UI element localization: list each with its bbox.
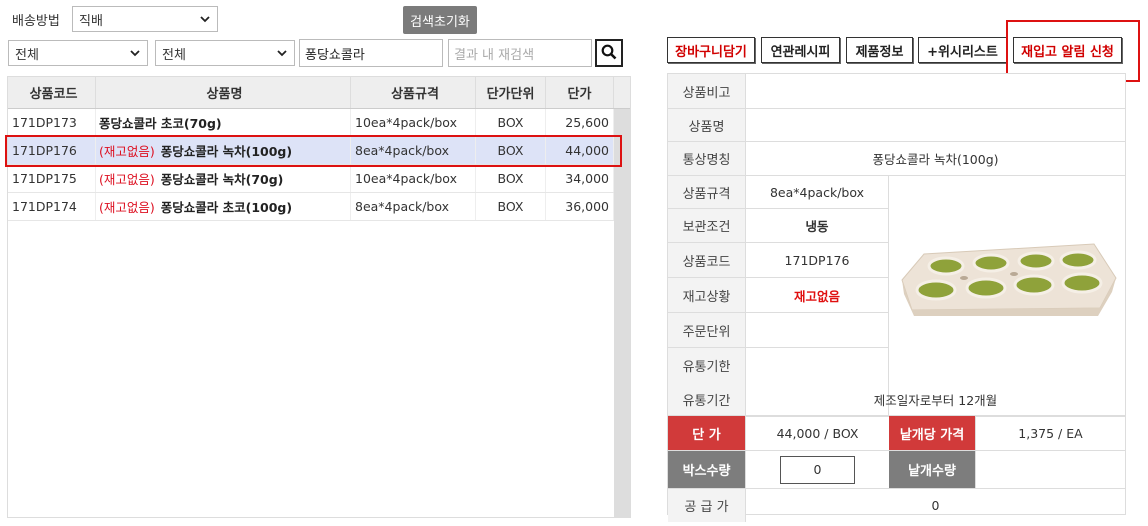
stock-value: 재고없음 [793, 288, 840, 304]
row-name: 퐁당쇼콜라 녹차(70g) [160, 172, 284, 187]
chevron-down-icon [129, 47, 141, 59]
detail-spec-column: 상품규격 8ea*4pack/box 보관조건 냉동 상품코드 171DP176… [668, 176, 889, 416]
spec-label: 상품규격 [668, 176, 746, 208]
expiry-label: 유통기한 [668, 348, 746, 383]
name-value [746, 109, 1125, 141]
delivery-method-value: 직배 [79, 13, 103, 29]
row-price: 34,000 [546, 165, 614, 192]
detail-row-stock: 재고상황 재고없음 [668, 278, 888, 313]
box-qty-label: 박스수량 [668, 451, 746, 488]
row-price: 36,000 [546, 193, 614, 220]
code-label: 상품코드 [668, 243, 746, 277]
piece-qty-label: 낱개수량 [889, 451, 976, 488]
detail-row-supply: 공 급 가 0 [668, 489, 1125, 522]
row-spec: 10ea*4pack/box [351, 165, 476, 192]
price-value: 44,000 / BOX [776, 425, 859, 441]
detail-row-order-unit: 주문단위 [668, 313, 888, 348]
unit-price-label: 낱개당 가격 [889, 416, 976, 450]
row-spec: 10ea*4pack/box [351, 109, 476, 136]
row-code: 171DP174 [8, 193, 96, 220]
row-name-cell: (재고없음) 퐁당쇼콜라 초코(100g) [96, 193, 351, 220]
detail-row-name: 상품명 [668, 109, 1125, 142]
stock-label: 재고상황 [668, 278, 746, 312]
detail-row-storage: 보관조건 냉동 [668, 209, 888, 243]
detail-row-memo: 상품비고 [668, 74, 1125, 109]
row-code: 171DP173 [8, 109, 96, 136]
detail-row-common: 통상명칭 퐁당쇼콜라 녹차(100g) [668, 142, 1125, 176]
add-to-cart-button[interactable]: 장바구니담기 [667, 37, 755, 63]
header-price[interactable]: 단가 [546, 77, 614, 108]
common-name-value: 퐁당쇼콜라 녹차(100g) [872, 152, 999, 167]
period-label: 유통기간 [668, 383, 746, 415]
header-name[interactable]: 상품명 [96, 77, 351, 108]
table-row[interactable]: 171DP174 (재고없음) 퐁당쇼콜라 초코(100g) 8ea*4pack/… [8, 193, 614, 221]
row-name: 퐁당쇼콜라 초코(100g) [160, 200, 293, 215]
row-name: 퐁당쇼콜라 초코(70g) [99, 116, 222, 131]
chevron-down-icon [276, 47, 288, 59]
piece-qty-cell [976, 451, 1125, 488]
detail-row-expiry: 유통기한 [668, 348, 888, 383]
common-name-label: 통상명칭 [668, 142, 746, 175]
row-name-cell: (재고없음) 퐁당쇼콜라 녹차(70g) [96, 165, 351, 192]
product-detail-table: 상품비고 상품명 통상명칭 퐁당쇼콜라 녹차(100g) 상품규격 8ea*4p… [667, 73, 1126, 522]
category2-value: 전체 [162, 47, 186, 63]
detail-spec-block: 상품규격 8ea*4pack/box 보관조건 냉동 상품코드 171DP176… [668, 176, 1125, 417]
row-unit: BOX [476, 109, 546, 136]
code-value: 171DP176 [784, 252, 850, 268]
detail-row-price: 단 가 44,000 / BOX 낱개당 가격 1,375 / EA [668, 416, 1125, 451]
supply-value: 0 [931, 498, 940, 513]
header-code[interactable]: 상품코드 [8, 77, 96, 108]
detail-row-code: 상품코드 171DP176 [668, 243, 888, 278]
header-spec[interactable]: 상품규격 [351, 77, 476, 108]
reset-search-button[interactable]: 검색초기화 [403, 6, 477, 34]
product-tray-image [901, 243, 1117, 316]
product-info-button[interactable]: 제품정보 [846, 37, 913, 63]
spec-value: 8ea*4pack/box [769, 184, 865, 200]
product-table-header: 상품코드 상품명 상품규격 단가단위 단가 [8, 77, 630, 109]
stock-status: (재고없음) [99, 200, 155, 215]
box-qty-input[interactable]: 0 [780, 455, 855, 484]
search-button[interactable] [595, 39, 623, 67]
row-unit: BOX [476, 165, 546, 192]
row-spec: 8ea*4pack/box [351, 193, 476, 220]
row-unit: BOX [476, 193, 546, 220]
table-row[interactable]: 171DP173 퐁당쇼콜라 초코(70g) 10ea*4pack/box BO… [8, 109, 614, 137]
product-image [889, 176, 1125, 416]
supply-label: 공 급 가 [668, 489, 746, 522]
row-code: 171DP175 [8, 165, 96, 192]
order-unit-value [746, 313, 888, 347]
price-label: 단 가 [668, 416, 746, 450]
search-icon [601, 44, 617, 63]
detail-row-quantity: 박스수량 0 낱개수량 [668, 451, 1125, 489]
name-label: 상품명 [668, 109, 746, 141]
related-recipe-button[interactable]: 연관레시피 [761, 37, 840, 63]
wishlist-button[interactable]: +위시리스트 [918, 37, 1007, 63]
period-value: 제조일자로부터 12개월 [873, 392, 998, 408]
box-qty-cell: 0 [746, 451, 889, 488]
selected-row-highlight [5, 135, 622, 167]
memo-value [746, 74, 1125, 108]
storage-value: 냉동 [805, 219, 829, 234]
storage-label: 보관조건 [668, 209, 746, 242]
unit-price-value: 1,375 / EA [1018, 425, 1083, 441]
expiry-value [746, 348, 888, 383]
row-price: 25,600 [546, 109, 614, 136]
category2-select[interactable]: 전체 [155, 40, 295, 66]
table-row[interactable]: 171DP175 (재고없음) 퐁당쇼콜라 녹차(70g) 10ea*4pack/… [8, 165, 614, 193]
order-unit-label: 주문단위 [668, 313, 746, 347]
chevron-down-icon [199, 13, 211, 25]
refine-search-input[interactable]: 결과 내 재검색 [448, 39, 592, 67]
detail-row-period: 유통기간 제조일자로부터 12개월 [668, 383, 1125, 416]
detail-row-spec: 상품규격 8ea*4pack/box [668, 176, 888, 209]
category1-value: 전체 [15, 47, 39, 63]
delivery-method-select[interactable]: 직배 [72, 6, 218, 32]
delivery-method-label: 배송방법 [12, 14, 60, 29]
header-unit[interactable]: 단가단위 [476, 77, 546, 108]
table-scrollbar[interactable] [614, 109, 630, 517]
search-input[interactable]: 퐁당쇼콜라 [299, 39, 443, 67]
row-name-cell: 퐁당쇼콜라 초코(70g) [96, 109, 351, 136]
stock-status: (재고없음) [99, 172, 155, 187]
memo-label: 상품비고 [668, 74, 746, 108]
category1-select[interactable]: 전체 [8, 40, 148, 66]
